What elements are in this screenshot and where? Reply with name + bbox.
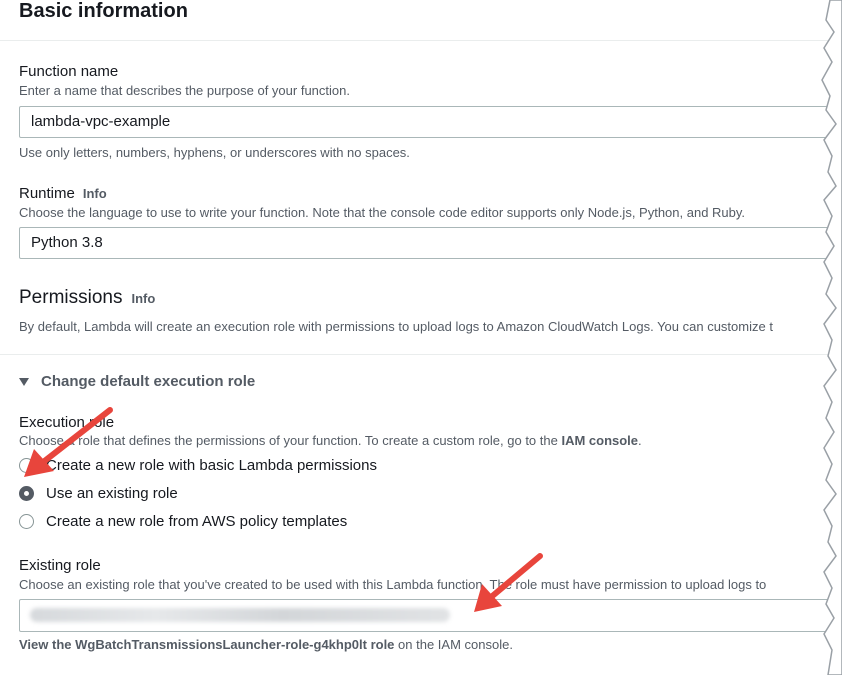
- footer-suffix: on the IAM console.: [394, 637, 513, 652]
- iam-console-link[interactable]: IAM console: [561, 433, 638, 448]
- caret-down-icon: [19, 378, 29, 386]
- permissions-title: Permissions: [19, 287, 123, 308]
- function-name-hint: Use only letters, numbers, hyphens, or u…: [19, 145, 410, 160]
- permissions-description: By default, Lambda will create an execut…: [19, 319, 773, 334]
- red-arrow-annotation: [24, 407, 113, 477]
- runtime-select[interactable]: Python 3.8: [19, 227, 842, 259]
- title-divider: [0, 40, 830, 41]
- runtime-label-row: Runtime Info: [19, 185, 107, 202]
- change-execution-role-expander[interactable]: Change default execution role: [19, 373, 255, 390]
- existing-role-description: Choose an existing role that you've crea…: [19, 577, 767, 592]
- existing-role-label: Existing role: [19, 557, 101, 574]
- radio-label: Use an existing role: [46, 485, 178, 502]
- radio-selected-icon[interactable]: [19, 486, 34, 501]
- runtime-description: Choose the language to use to write your…: [19, 205, 746, 220]
- radio-icon[interactable]: [19, 514, 34, 529]
- runtime-info-link[interactable]: Info: [83, 186, 107, 201]
- radio-label: Create a new role from AWS policy templa…: [46, 513, 348, 530]
- existing-role-footer: View the WgBatchTransmissionsLauncher-ro…: [19, 637, 513, 652]
- permissions-divider: [0, 354, 830, 355]
- section-title: Basic information: [19, 0, 188, 22]
- execution-role-desc-suffix: .: [638, 433, 642, 448]
- radio-policy-templates-role[interactable]: Create a new role from AWS policy templa…: [19, 513, 347, 530]
- function-name-input[interactable]: lambda-vpc-example: [19, 106, 842, 138]
- function-name-description: Enter a name that describes the purpose …: [19, 83, 350, 98]
- role-link[interactable]: WgBatchTransmissionsLauncher-role-g4khp0…: [75, 637, 394, 652]
- radio-use-existing-role[interactable]: Use an existing role: [19, 485, 178, 502]
- torn-edge-decoration: [821, 0, 842, 675]
- function-name-label: Function name: [19, 63, 119, 80]
- permissions-info-link[interactable]: Info: [131, 291, 155, 306]
- runtime-label: Runtime: [19, 185, 75, 202]
- expander-label: Change default execution role: [41, 373, 256, 390]
- permissions-heading: Permissions Info: [19, 287, 155, 309]
- red-arrow-annotation: [474, 553, 543, 612]
- footer-prefix: View the: [19, 637, 76, 652]
- blurred-role-name: [30, 608, 450, 622]
- lambda-create-function-form: Basic information Function name Enter a …: [0, 0, 842, 675]
